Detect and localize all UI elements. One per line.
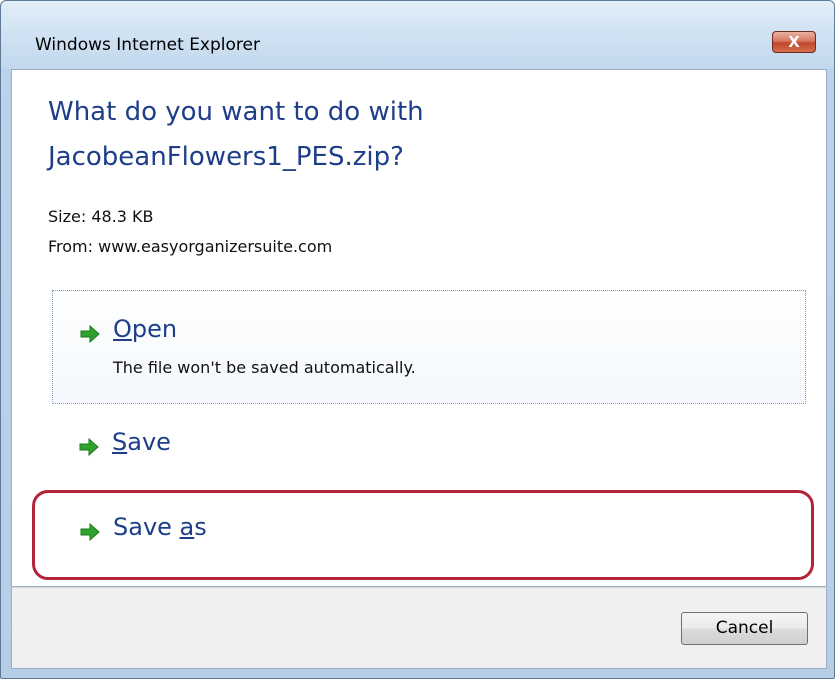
- green-arrow-icon: [80, 324, 100, 344]
- dialog-footer: Cancel: [11, 587, 827, 669]
- dialog-content: What do you want to do with JacobeanFlow…: [11, 69, 827, 587]
- close-icon: X: [788, 33, 800, 51]
- save-as-access-key: a: [179, 513, 195, 541]
- save-option-button[interactable]: Save: [52, 416, 806, 486]
- open-description: The file won't be saved automatically.: [113, 358, 416, 377]
- save-access-key: S: [112, 428, 128, 456]
- open-label: Open: [113, 315, 178, 343]
- green-arrow-icon: [79, 437, 99, 457]
- green-arrow-icon: [80, 522, 100, 542]
- question-line-2: JacobeanFlowers1_PES.zip?: [48, 142, 404, 172]
- save-as-label: Save as: [113, 513, 207, 541]
- window-title: Windows Internet Explorer: [35, 35, 260, 55]
- open-option-button[interactable]: Open The file won't be saved automatical…: [52, 290, 806, 404]
- dialog-window: Windows Internet Explorer X What do you …: [0, 0, 835, 679]
- cancel-button[interactable]: Cancel: [681, 612, 808, 645]
- title-bar[interactable]: Windows Internet Explorer X: [1, 1, 834, 69]
- save-label: Save: [112, 428, 171, 456]
- question-line-1: What do you want to do with: [48, 97, 424, 127]
- save-as-option-button[interactable]: Save as: [32, 490, 814, 580]
- file-info: Size: 48.3 KB From: www.easyorganizersui…: [48, 202, 332, 262]
- open-access-key: O: [113, 315, 132, 343]
- file-source: From: www.easyorganizersuite.com: [48, 237, 333, 256]
- dialog-question: What do you want to do with JacobeanFlow…: [48, 90, 788, 180]
- close-button[interactable]: X: [772, 31, 816, 53]
- file-size: Size: 48.3 KB: [48, 207, 154, 226]
